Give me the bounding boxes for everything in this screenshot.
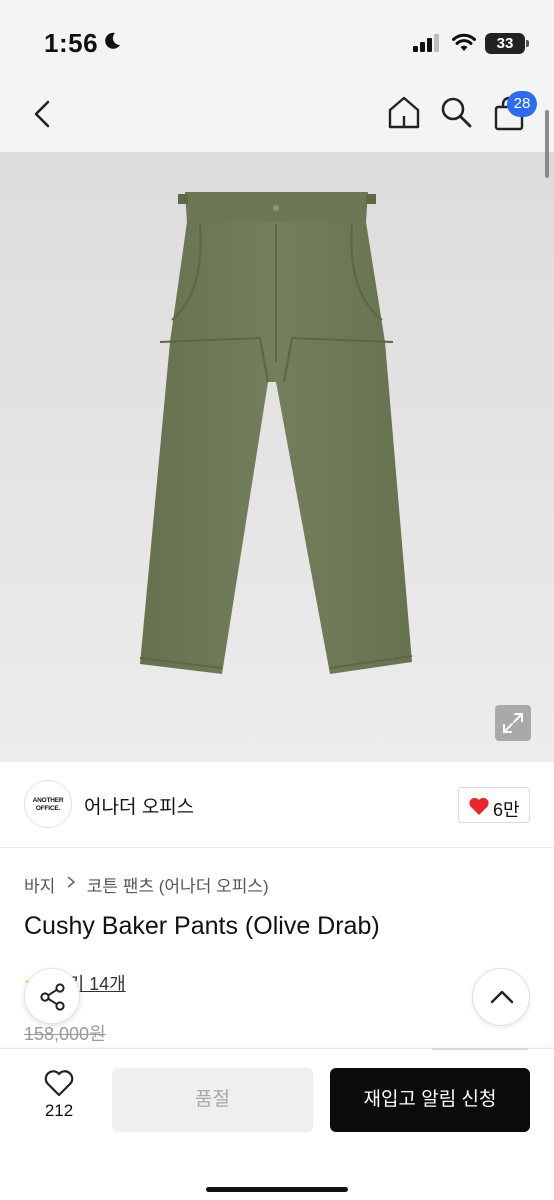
bottom-action-bar: 212 품절 재입고 알림 신청 — [0, 1048, 554, 1200]
breadcrumb: 바지 코튼 팬츠 (어나더 오피스) — [24, 872, 269, 897]
soldout-button[interactable]: 품절 — [112, 1068, 313, 1132]
product-title: Cushy Baker Pants (Olive Drab) — [24, 912, 380, 940]
breadcrumb-category[interactable]: 바지 — [24, 872, 55, 897]
home-indicator — [206, 1187, 348, 1192]
wifi-icon — [452, 33, 476, 51]
brand-like-count: 6만 — [493, 800, 520, 820]
expand-icon — [503, 713, 523, 733]
wishlist-button[interactable]: 212 — [30, 1069, 88, 1129]
heart-filled-icon — [469, 797, 489, 815]
product-image[interactable] — [0, 152, 554, 762]
cart-count-badge: 28 — [507, 91, 537, 117]
divider — [432, 1048, 528, 1050]
share-icon — [40, 983, 65, 1011]
breadcrumb-subcategory[interactable]: 코튼 팬츠 (어나더 오피스) — [87, 872, 269, 897]
brand-row[interactable]: ANOTHER OFFICE. 어나더 오피스 6만 — [0, 762, 554, 848]
expand-image-button[interactable] — [495, 705, 531, 741]
top-nav-bar — [0, 80, 554, 152]
search-icon[interactable] — [438, 94, 474, 130]
status-time: 1:56 — [44, 28, 99, 58]
heart-outline-icon — [44, 1070, 74, 1097]
pants-illustration — [139, 192, 413, 674]
battery-cap — [526, 40, 529, 47]
back-arrow-icon[interactable] — [30, 96, 56, 132]
brand-name[interactable]: 어나더 오피스 — [84, 792, 194, 819]
chevron-up-icon — [490, 990, 514, 1004]
scroll-to-top-button[interactable] — [472, 968, 530, 1026]
moon-icon — [105, 32, 120, 49]
status-bar: 1:56 33 — [0, 0, 554, 80]
wishlist-count: 212 — [44, 1101, 74, 1120]
share-button[interactable] — [24, 968, 80, 1024]
brand-logo-line1: ANOTHER — [32, 797, 64, 804]
cellular-signal-icon — [413, 34, 439, 52]
battery-icon: 33 — [485, 33, 525, 54]
brand-logo[interactable]: ANOTHER OFFICE. — [24, 780, 72, 828]
original-price: 158,000원 — [24, 1024, 106, 1044]
brand-like-button[interactable]: 6만 — [458, 787, 530, 823]
scroll-indicator — [545, 110, 549, 178]
home-icon[interactable] — [386, 94, 422, 130]
chevron-right-icon — [67, 876, 76, 888]
restock-alert-button[interactable]: 재입고 알림 신청 — [330, 1068, 530, 1132]
brand-logo-line2: OFFICE. — [35, 805, 61, 812]
